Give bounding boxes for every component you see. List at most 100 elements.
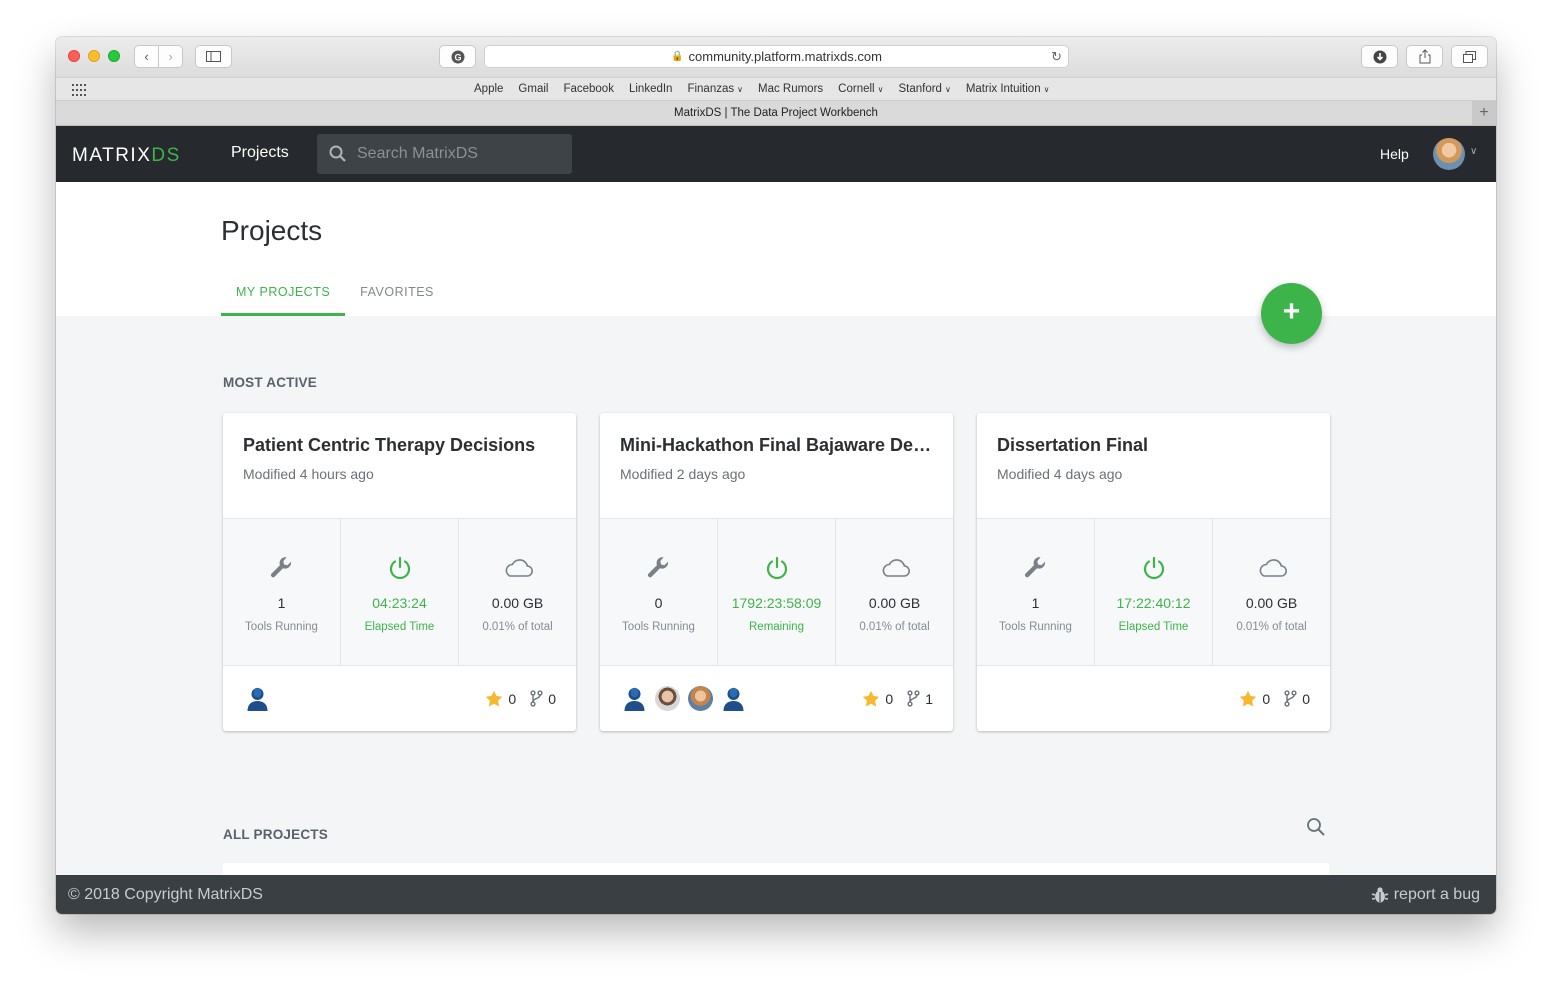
chevron-down-icon[interactable]: ∨ [1470,146,1477,157]
tabs-icon [1463,50,1476,63]
storage-stat: 0.00 GB 0.01% of total [1213,519,1330,665]
add-project-button[interactable]: + [1261,283,1322,344]
stat-label: Elapsed Time [364,621,435,633]
bookmark-item[interactable]: Apple [474,83,503,95]
tab-title: MatrixDS | The Data Project Workbench [674,107,878,119]
bookmarks-bar: Apple Gmail Facebook LinkedIn Finanzas ∨ Mac R… [56,77,1496,101]
download-icon [1373,50,1386,63]
help-link[interactable]: Help [1380,146,1409,162]
tabs-overview-button[interactable] [1451,45,1488,68]
tab-my-projects[interactable]: MY PROJECTS [221,277,346,316]
close-window-button[interactable] [68,50,80,62]
browser-tab[interactable]: MatrixDS | The Data Project Workbench + [56,101,1496,126]
stat-value: 0.00 GB [491,595,544,611]
tab-favorites[interactable]: FAVORITES [345,277,449,316]
bookmark-item[interactable]: Matrix Intuition ∨ [966,83,1050,95]
stat-value: 17:22:40:12 [1116,595,1191,611]
apps-grid-icon[interactable] [72,84,86,96]
project-stats: 1 Tools Running 17:22:40:12 Elapsed Time 0.0… [977,519,1330,666]
fork-icon[interactable] [1284,690,1297,707]
stat-icon-wrap [600,553,717,583]
card-header: Patient Centric Therapy Decisions Modifie… [223,413,576,519]
matrixds-logo[interactable]: MATRIXDS [72,145,181,167]
user-icon[interactable] [245,686,270,711]
bookmark-label: Gmail [518,83,549,95]
lock-icon: 🔒 [671,51,684,62]
star-icon[interactable] [1239,690,1257,707]
star-icon[interactable] [485,690,503,707]
stat-value: 0.00 GB [868,595,921,611]
back-button[interactable]: ‹ [134,45,159,68]
user-icon[interactable] [622,686,647,711]
bookmark-item[interactable]: Finanzas ∨ [687,83,743,95]
star-count: 0 [885,690,894,707]
search-input[interactable] [357,143,557,165]
new-tab-button[interactable]: + [1472,101,1496,125]
cloud-icon [1259,559,1287,577]
search-icon [329,145,346,162]
app-footer: © 2018 Copyright MatrixDS report a bug [56,875,1496,914]
star-count: 0 [508,690,517,707]
browser-window: ‹ › G 🔒 community.platform.matrixds.com … [56,37,1496,914]
cloud-icon [505,559,533,577]
avatar[interactable] [688,686,713,711]
avatar[interactable] [655,686,680,711]
stat-label: Tools Running [245,621,318,633]
search-box[interactable] [317,134,572,174]
address-bar[interactable]: 🔒 community.platform.matrixds.com ↻ [484,45,1069,68]
zoom-window-button[interactable] [108,50,120,62]
search-icon[interactable] [1306,817,1326,837]
stat-icon-wrap [718,553,835,583]
bookmark-item[interactable]: Gmail [518,83,548,95]
nav-projects-link[interactable]: Projects [231,144,289,162]
stat-label: 0.01% of total [482,621,553,633]
share-button[interactable] [1406,45,1443,68]
project-card[interactable]: Patient Centric Therapy Decisions Modifie… [223,413,576,731]
logo-text: MATRIX [72,145,152,166]
power-icon [1143,556,1164,580]
forward-button[interactable]: › [158,45,183,68]
reload-icon[interactable]: ↻ [1051,49,1062,65]
bookmark-item[interactable]: Cornell ∨ [838,83,883,95]
page-title: Projects [221,215,323,246]
sidebar-toggle-button[interactable] [195,45,232,68]
card-counters: 00 [1239,690,1310,707]
project-title[interactable]: Dissertation Final [997,435,1310,456]
user-icon[interactable] [721,686,746,711]
fork-icon[interactable] [907,690,920,707]
report-bug-link[interactable]: report a bug [1371,886,1480,904]
downloads-button[interactable] [1361,45,1398,68]
star-icon[interactable] [862,690,880,707]
bookmark-item[interactable]: LinkedIn [629,83,672,95]
time-stat[interactable]: 1792:23:58:09 Remaining [718,519,836,665]
wrench-icon [647,557,668,578]
project-title[interactable]: Patient Centric Therapy Decisions [243,435,556,456]
fork-count: 1 [925,690,933,707]
stat-label: Tools Running [622,621,695,633]
time-stat[interactable]: 04:23:24 Elapsed Time [341,519,459,665]
stat-icon-wrap [1213,553,1330,583]
all-projects-heading: ALL PROJECTS [223,827,328,842]
tools-stat: 0 Tools Running [600,519,718,665]
user-avatar[interactable] [1433,138,1465,170]
stat-label: Tools Running [999,621,1072,633]
stat-value: 1 [1031,595,1040,611]
bookmark-item[interactable]: Facebook [563,83,614,95]
project-title[interactable]: Mini-Hackathon Final Bajaware Deliv... [620,435,933,456]
project-card[interactable]: Mini-Hackathon Final Bajaware Deliv... Mo… [600,413,953,731]
chevron-down-icon: ∨ [944,85,951,94]
cloud-icon [882,559,910,577]
time-stat[interactable]: 17:22:40:12 Elapsed Time [1095,519,1213,665]
storage-stat: 0.00 GB 0.01% of total [836,519,953,665]
extension-button[interactable]: G [439,45,476,68]
bookmark-item[interactable]: Mac Rumors [758,83,823,95]
stat-icon-wrap [977,553,1094,583]
minimize-window-button[interactable] [88,50,100,62]
stat-value: 0.00 GB [1245,595,1298,611]
fork-icon[interactable] [530,690,543,707]
stat-label: Elapsed Time [1118,621,1189,633]
app-header: MATRIXDS Projects Help ∨ [56,126,1496,182]
project-card[interactable]: Dissertation Final Modified 4 days ago 1 To… [977,413,1330,731]
bookmark-item[interactable]: Stanford ∨ [898,83,950,95]
stat-value: 04:23:24 [372,595,427,611]
